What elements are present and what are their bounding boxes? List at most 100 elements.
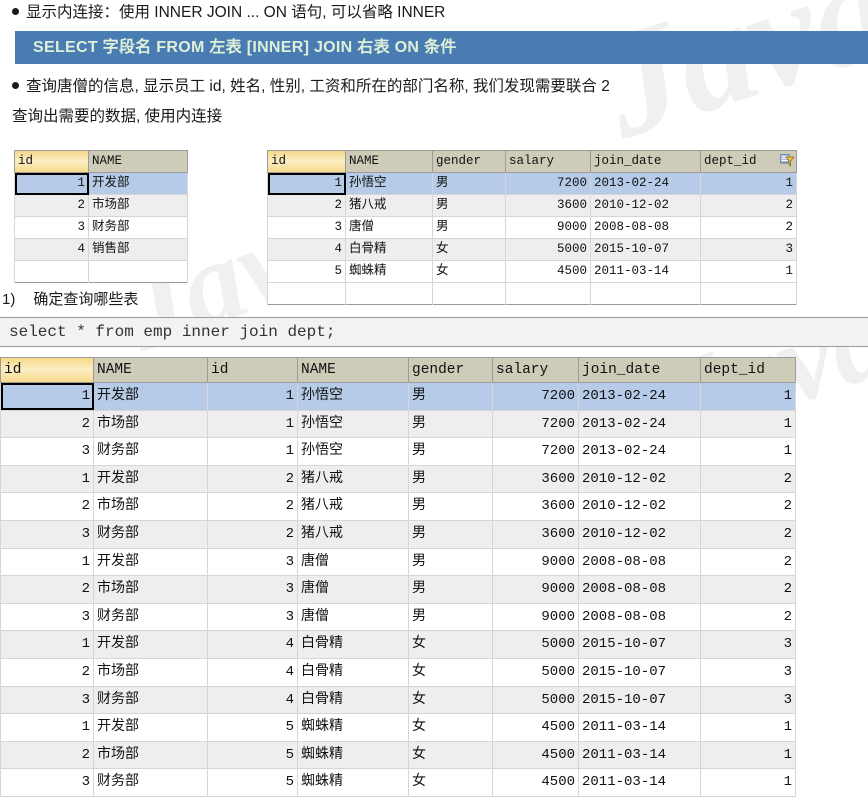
cell-emp-id[interactable]: 1 — [207, 437, 298, 466]
cell-salary[interactable]: 4500 — [505, 260, 591, 283]
cell-id[interactable]: 5 — [267, 260, 346, 283]
cell-id[interactable]: 3 — [267, 216, 346, 239]
cell-emp-name[interactable]: 唐僧 — [297, 548, 409, 577]
table-row[interactable]: 3 财务部 4 白骨精女 5000 2015-10-07 3 — [0, 686, 796, 715]
cell-salary[interactable]: 9000 — [492, 603, 579, 632]
cell-dept-id[interactable]: 1 — [0, 548, 94, 577]
cell-dept-id[interactable]: 3 — [0, 768, 94, 797]
column-header-dept-id[interactable]: id — [14, 150, 89, 173]
cell-gender[interactable]: 男 — [408, 575, 493, 604]
cell-dept-id-fk[interactable]: 1 — [700, 741, 796, 770]
cell-dept-id[interactable]: 2 — [0, 410, 94, 439]
table-row[interactable]: 5 蜘蛛精 女 4500 2011-03-14 1 — [267, 260, 797, 283]
column-header-join-date[interactable]: join_date — [590, 150, 701, 173]
cell-emp-name[interactable]: 孙悟空 — [297, 382, 409, 411]
cell-join-date[interactable]: 2011-03-14 — [578, 741, 701, 770]
cell-dept-name[interactable]: 财务部 — [93, 603, 208, 632]
cell-gender[interactable]: 女 — [432, 238, 506, 261]
cell-emp-name[interactable]: 蜘蛛精 — [297, 741, 409, 770]
cell-dept-name[interactable]: 开发部 — [88, 172, 188, 195]
cell-dept-id-fk[interactable]: 2 — [700, 575, 796, 604]
cell-emp-name[interactable]: 猪八戒 — [297, 520, 409, 549]
cell-gender[interactable]: 男 — [432, 194, 506, 217]
cell-dept-id[interactable]: 3 — [0, 686, 94, 715]
cell-dept-id[interactable]: 2 — [700, 216, 797, 239]
cell-emp-name[interactable]: 孙悟空 — [297, 410, 409, 439]
cell-dept-name[interactable]: 市场部 — [93, 575, 208, 604]
cell-dept-id-fk[interactable]: 1 — [700, 768, 796, 797]
cell-dept-name[interactable]: 销售部 — [88, 238, 188, 261]
cell-dept-id[interactable]: 3 — [0, 603, 94, 632]
table-row[interactable]: 1 孙悟空 男 7200 2013-02-24 1 — [267, 172, 797, 195]
cell-gender[interactable]: 女 — [408, 713, 493, 742]
cell-join-date[interactable]: 2013-02-24 — [590, 172, 701, 195]
cell-gender[interactable]: 女 — [408, 658, 493, 687]
column-header-dept-id[interactable]: dept_id — [700, 150, 797, 173]
cell-gender[interactable]: 女 — [408, 630, 493, 659]
cell-emp-id[interactable]: 2 — [207, 465, 298, 494]
cell-gender[interactable]: 男 — [408, 382, 493, 411]
cell-salary[interactable]: 3600 — [492, 465, 579, 494]
cell-dept-id-fk[interactable]: 3 — [700, 686, 796, 715]
column-header-emp-name[interactable]: NAME — [297, 357, 409, 383]
cell-emp-id[interactable]: 2 — [207, 492, 298, 521]
column-header-dept-name[interactable]: NAME — [93, 357, 208, 383]
cell-dept-id-fk[interactable]: 2 — [700, 465, 796, 494]
cell-gender[interactable]: 男 — [408, 465, 493, 494]
cell-dept-name[interactable]: 市场部 — [88, 194, 188, 217]
cell-emp-id[interactable]: 1 — [207, 382, 298, 411]
table-row[interactable]: 3 财务部 — [14, 216, 188, 239]
cell-emp-name[interactable]: 白骨精 — [297, 630, 409, 659]
table-row[interactable]: 3 唐僧 男 9000 2008-08-08 2 — [267, 216, 797, 239]
cell-dept-id-fk[interactable]: 1 — [700, 713, 796, 742]
column-header-gender[interactable]: gender — [408, 357, 493, 383]
cell-id[interactable]: 1 — [267, 172, 346, 195]
cell-dept-name[interactable]: 市场部 — [93, 741, 208, 770]
cell-salary[interactable]: 5000 — [492, 658, 579, 687]
cell-gender[interactable]: 男 — [408, 520, 493, 549]
cell-emp-name[interactable]: 唐僧 — [297, 575, 409, 604]
cell-emp-id[interactable]: 4 — [207, 686, 298, 715]
cell-emp-name[interactable]: 猪八戒 — [297, 492, 409, 521]
cell-join-date[interactable]: 2015-10-07 — [578, 686, 701, 715]
cell-salary[interactable]: 4500 — [492, 741, 579, 770]
cell-salary[interactable]: 7200 — [505, 172, 591, 195]
cell-dept-name[interactable]: 财务部 — [93, 686, 208, 715]
cell-gender[interactable]: 男 — [432, 216, 506, 239]
column-header-dept-name[interactable]: NAME — [88, 150, 188, 173]
cell-dept-name[interactable]: 财务部 — [93, 768, 208, 797]
filter-icon[interactable] — [779, 153, 795, 167]
cell-gender[interactable]: 女 — [408, 686, 493, 715]
cell-emp-id[interactable]: 3 — [207, 548, 298, 577]
cell-join-date[interactable]: 2013-02-24 — [578, 382, 701, 411]
cell-gender[interactable]: 男 — [408, 548, 493, 577]
cell-dept-id[interactable]: 3 — [0, 520, 94, 549]
cell-emp-id[interactable]: 2 — [207, 520, 298, 549]
column-header-salary[interactable]: salary — [505, 150, 591, 173]
cell-name[interactable]: 唐僧 — [345, 216, 433, 239]
cell-dept-name[interactable]: 开发部 — [93, 630, 208, 659]
cell-salary[interactable]: 3600 — [505, 194, 591, 217]
cell-name[interactable]: 蜘蛛精 — [345, 260, 433, 283]
cell-dept-id[interactable]: 3 — [700, 238, 797, 261]
cell-dept-id[interactable]: 2 — [700, 194, 797, 217]
table-row[interactable]: 2 猪八戒 男 3600 2010-12-02 2 — [267, 194, 797, 217]
cell-name[interactable]: 白骨精 — [345, 238, 433, 261]
cell-dept-name[interactable]: 开发部 — [93, 713, 208, 742]
cell-id[interactable]: 4 — [267, 238, 346, 261]
cell-join-date[interactable]: 2015-10-07 — [578, 630, 701, 659]
cell-dept-name[interactable]: 财务部 — [93, 520, 208, 549]
cell-dept-name[interactable]: 市场部 — [93, 658, 208, 687]
cell-dept-id[interactable]: 2 — [0, 492, 94, 521]
cell-salary[interactable]: 7200 — [492, 382, 579, 411]
cell-salary[interactable]: 5000 — [505, 238, 591, 261]
cell-gender[interactable]: 男 — [408, 492, 493, 521]
cell-dept-id[interactable]: 3 — [14, 216, 89, 239]
cell-join-date[interactable]: 2010-12-02 — [578, 465, 701, 494]
cell-emp-id[interactable]: 5 — [207, 713, 298, 742]
cell-salary[interactable]: 4500 — [492, 713, 579, 742]
cell-dept-name[interactable]: 财务部 — [88, 216, 188, 239]
cell-emp-id[interactable]: 4 — [207, 658, 298, 687]
table-row[interactable]: 1 开发部 1 孙悟空男 7200 2013-02-24 1 — [0, 382, 796, 411]
table-row[interactable]: 1 开发部 — [14, 172, 188, 195]
